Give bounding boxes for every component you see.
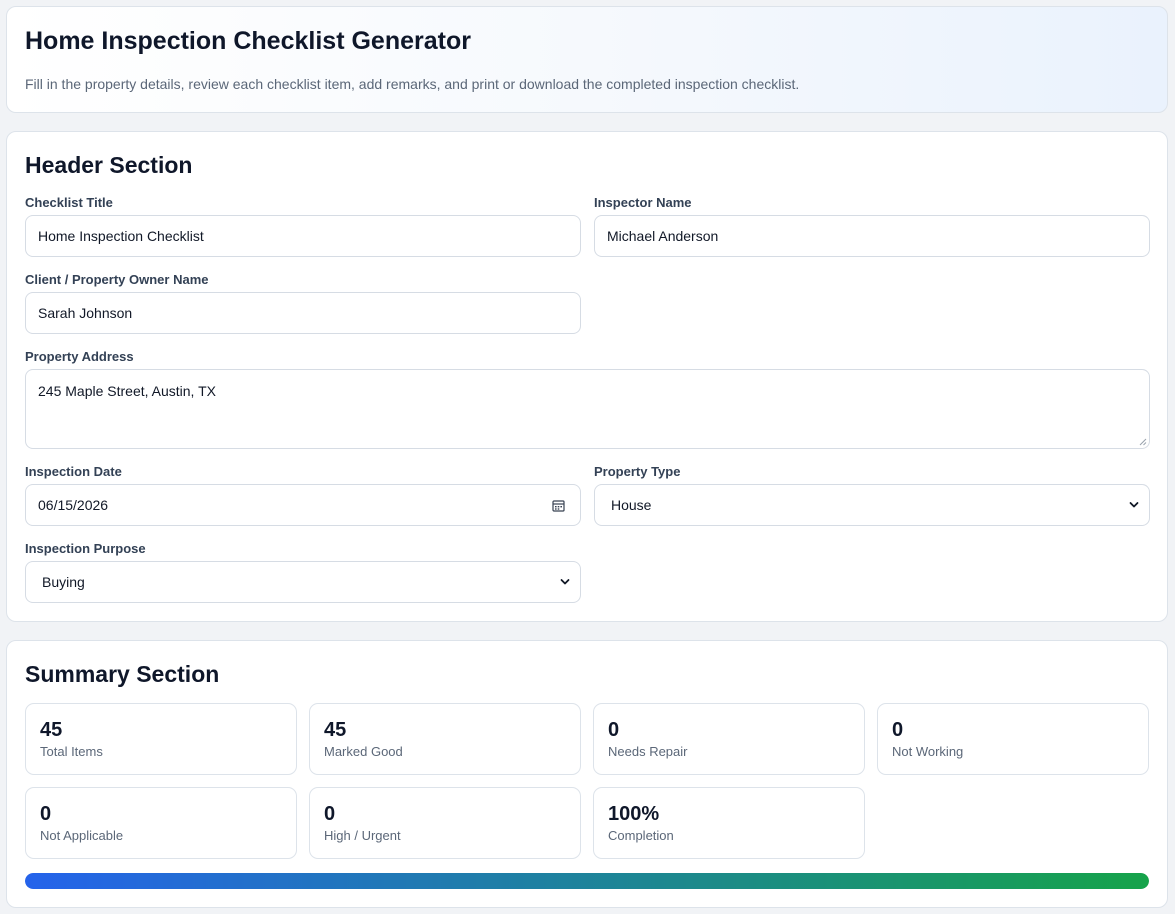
property-address-value: 245 Maple Street, Austin, TX — [38, 383, 216, 399]
property-address-textarea[interactable]: 245 Maple Street, Austin, TX — [25, 369, 1150, 449]
stat-label: Completion — [608, 828, 674, 843]
inspection-date-label: Inspection Date — [25, 464, 122, 479]
stat-not-applicable: 0 Not Applicable — [25, 787, 297, 859]
checklist-title-label: Checklist Title — [25, 195, 113, 210]
stat-value: 0 — [324, 803, 336, 825]
property-address-label: Property Address — [25, 349, 134, 364]
intro-card: Home Inspection Checklist Generator Fill… — [6, 6, 1168, 113]
summary-section: Summary Section 45 Total Items 45 Marked… — [6, 640, 1168, 908]
stat-value: 0 — [892, 719, 904, 741]
chevron-down-icon — [560, 579, 570, 585]
stat-total-items: 45 Total Items — [25, 703, 297, 775]
client-name-value: Sarah Johnson — [38, 305, 133, 321]
client-name-label: Client / Property Owner Name — [25, 272, 209, 287]
stat-label: Marked Good — [324, 744, 403, 759]
stat-high-urgent: 0 High / Urgent — [309, 787, 581, 859]
completion-progress-fill — [25, 873, 1149, 889]
stat-value: 0 — [40, 803, 52, 825]
stat-label: Not Applicable — [40, 828, 124, 843]
property-type-label: Property Type — [594, 464, 681, 479]
stat-value: 45 — [40, 719, 63, 741]
stat-label: High / Urgent — [324, 828, 401, 843]
inspector-name-label: Inspector Name — [594, 195, 692, 210]
chevron-down-icon — [1129, 502, 1139, 508]
property-type-select[interactable]: House — [594, 484, 1150, 526]
calendar-icon[interactable] — [552, 499, 565, 512]
stat-needs-repair: 0 Needs Repair — [593, 703, 865, 775]
inspection-purpose-select[interactable]: Buying — [25, 561, 581, 603]
page-description: Fill in the property details, review eac… — [25, 76, 800, 92]
checklist-title-value: Home Inspection Checklist — [38, 228, 204, 244]
inspector-name-value: Michael Anderson — [607, 228, 719, 244]
stat-value: 45 — [324, 719, 347, 741]
client-name-input[interactable]: Sarah Johnson — [25, 292, 581, 334]
header-section-title: Header Section — [25, 152, 193, 178]
inspection-date-input[interactable]: 06/15/2026 — [25, 484, 581, 526]
header-section: Header Section Checklist Title Home Insp… — [6, 131, 1168, 622]
inspector-name-input[interactable]: Michael Anderson — [594, 215, 1150, 257]
stat-completion: 100% Completion — [593, 787, 865, 859]
summary-section-title: Summary Section — [25, 661, 220, 687]
page-title: Home Inspection Checklist Generator — [25, 27, 471, 55]
stat-label: Not Working — [892, 744, 964, 759]
inspection-purpose-value: Buying — [42, 574, 85, 590]
stat-not-working: 0 Not Working — [877, 703, 1149, 775]
resize-grip-icon[interactable] — [1139, 438, 1147, 446]
inspection-purpose-label: Inspection Purpose — [25, 541, 146, 556]
checklist-title-input[interactable]: Home Inspection Checklist — [25, 215, 581, 257]
stat-value: 0 — [608, 719, 620, 741]
property-type-value: House — [611, 497, 652, 513]
stat-label: Total Items — [40, 744, 103, 759]
stat-marked-good: 45 Marked Good — [309, 703, 581, 775]
inspection-date-value: 06/15/2026 — [38, 497, 109, 513]
stat-label: Needs Repair — [608, 744, 688, 759]
completion-progress-bar — [25, 873, 1149, 889]
stat-value: 100% — [608, 803, 660, 825]
